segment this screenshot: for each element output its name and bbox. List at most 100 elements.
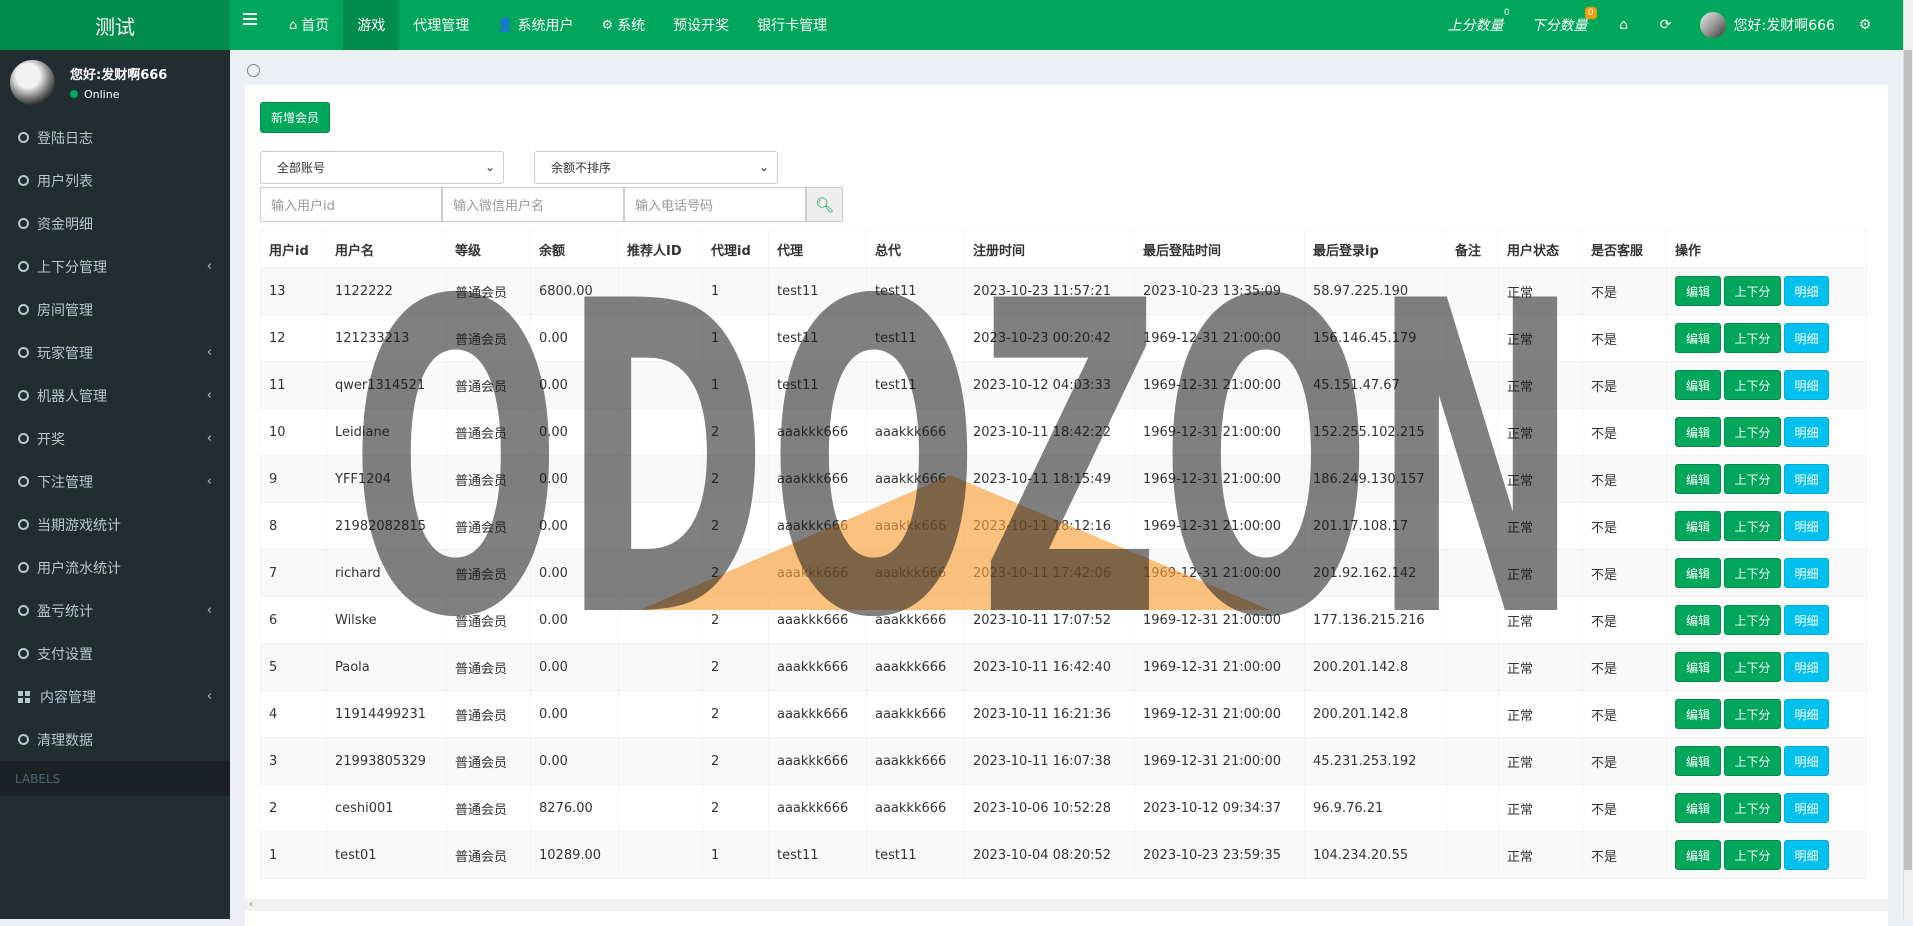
phone-input[interactable]: 输入电话号码: [624, 187, 806, 222]
table-cell: 0.00: [530, 737, 619, 785]
row-actions: 编辑 上下分 明细: [1675, 511, 1858, 541]
settings-icon[interactable]: ⚙: [1857, 17, 1873, 33]
actions-cell: 编辑 上下分 明细: [1666, 455, 1867, 503]
adjust-score-button[interactable]: 上下分: [1724, 558, 1781, 588]
refresh-icon[interactable]: ⟳: [1658, 17, 1674, 33]
sidebar-item-profit-stats[interactable]: 盈亏统计 ‹: [0, 589, 230, 632]
adjust-score-button[interactable]: 上下分: [1724, 652, 1781, 682]
detail-button[interactable]: 明细: [1784, 558, 1829, 588]
table-cell: 0.00: [530, 455, 619, 503]
user-menu[interactable]: 您好:发财啊666: [1699, 12, 1835, 38]
table-cell: 0.00: [530, 643, 619, 691]
table-cell: 2023-10-11 16:07:38: [964, 737, 1135, 785]
dashboard-icon[interactable]: [247, 64, 260, 77]
table-cell: 2023-10-04 08:20:52: [964, 831, 1135, 879]
sidebar-item-robot[interactable]: 机器人管理 ‹: [0, 374, 230, 417]
adjust-score-button[interactable]: 上下分: [1724, 793, 1781, 823]
sidebar-item-lottery[interactable]: 开奖 ‹: [0, 417, 230, 460]
circle-icon: [18, 605, 29, 616]
detail-button[interactable]: 明细: [1784, 699, 1829, 729]
scrollbar-thumb[interactable]: [1904, 50, 1912, 870]
horizontal-scrollbar[interactable]: ‹: [245, 899, 1888, 911]
vertical-scrollbar[interactable]: [1903, 0, 1913, 919]
nav-system[interactable]: ⚙ 系统: [587, 0, 659, 50]
menu-toggle-icon[interactable]: [243, 13, 257, 27]
edit-button[interactable]: 编辑: [1675, 605, 1721, 635]
detail-button[interactable]: 明细: [1784, 370, 1829, 400]
sidebar-item-content[interactable]: 内容管理 ‹: [0, 675, 230, 718]
adjust-score-button[interactable]: 上下分: [1724, 605, 1781, 635]
sidebar-item-funds[interactable]: 资金明细: [0, 202, 230, 245]
circle-icon: [18, 218, 29, 229]
detail-button[interactable]: 明细: [1784, 840, 1829, 870]
user-id-input[interactable]: 输入用户id: [260, 187, 442, 222]
sidebar-item-bet[interactable]: 下注管理 ‹: [0, 460, 230, 503]
sort-filter-select[interactable]: 余额不排序 ⌄: [534, 151, 778, 184]
edit-button[interactable]: 编辑: [1675, 746, 1721, 776]
nav-game[interactable]: 游戏: [343, 0, 400, 50]
edit-button[interactable]: 编辑: [1675, 370, 1721, 400]
edit-button[interactable]: 编辑: [1675, 323, 1721, 353]
detail-button[interactable]: 明细: [1784, 605, 1829, 635]
home-icon[interactable]: ⌂: [1616, 17, 1632, 33]
nav-bankcard[interactable]: 银行卡管理: [743, 0, 841, 50]
sidebar-item-user-list[interactable]: 用户列表: [0, 159, 230, 202]
wechat-name-input[interactable]: 输入微信用户名: [442, 187, 624, 222]
edit-button[interactable]: 编辑: [1675, 699, 1721, 729]
edit-button[interactable]: 编辑: [1675, 464, 1721, 494]
sidebar-item-player[interactable]: 玩家管理 ‹: [0, 331, 230, 374]
edit-button[interactable]: 编辑: [1675, 511, 1721, 541]
sidebar-item-login-log[interactable]: 登陆日志: [0, 116, 230, 159]
detail-button[interactable]: 明细: [1784, 323, 1829, 353]
nav-preset[interactable]: 预设开奖: [659, 0, 743, 50]
down-count-link[interactable]: 下分数量 0: [1532, 7, 1597, 35]
edit-button[interactable]: 编辑: [1675, 276, 1721, 306]
sidebar-item-clear-data[interactable]: 清理数据: [0, 718, 230, 761]
edit-button[interactable]: 编辑: [1675, 558, 1721, 588]
table-cell: 2: [260, 784, 327, 832]
brand-logo[interactable]: 测试: [0, 0, 230, 50]
edit-button[interactable]: 编辑: [1675, 652, 1721, 682]
detail-button[interactable]: 明细: [1784, 793, 1829, 823]
edit-button[interactable]: 编辑: [1675, 840, 1721, 870]
sidebar-item-game-stats[interactable]: 当期游戏统计: [0, 503, 230, 546]
detail-button[interactable]: 明细: [1784, 417, 1829, 447]
sidebar-item-score-manage[interactable]: 上下分管理 ‹: [0, 245, 230, 288]
column-header: 等级: [446, 230, 531, 268]
scroll-left-icon[interactable]: ‹: [249, 899, 253, 910]
sidebar-item-room[interactable]: 房间管理: [0, 288, 230, 331]
edit-button[interactable]: 编辑: [1675, 793, 1721, 823]
nav-agent[interactable]: 代理管理: [399, 0, 483, 50]
nav-sysuser[interactable]: 👤 系统用户: [483, 0, 587, 50]
edit-button[interactable]: 编辑: [1675, 417, 1721, 447]
adjust-score-button[interactable]: 上下分: [1724, 370, 1781, 400]
adjust-score-button[interactable]: 上下分: [1724, 276, 1781, 306]
sidebar-item-payment[interactable]: 支付设置: [0, 632, 230, 675]
adjust-score-button[interactable]: 上下分: [1724, 699, 1781, 729]
table-row: 6 Wilske 普通会员 0.00 2 aaakkk666 aaakkk666 2023-1…: [260, 596, 1867, 644]
table-cell: Paola: [326, 643, 447, 691]
adjust-score-button[interactable]: 上下分: [1724, 746, 1781, 776]
top-right-menu: 上分数量 0 下分数量 0 ⌂ ⟳ 您好:发财啊666 ⚙: [1448, 0, 1903, 50]
sidebar-item-flow-stats[interactable]: 用户流水统计: [0, 546, 230, 589]
detail-button[interactable]: 明细: [1784, 464, 1829, 494]
add-member-button[interactable]: 新增会员: [260, 102, 331, 133]
search-button[interactable]: 🔍︎: [806, 187, 843, 222]
detail-button[interactable]: 明细: [1784, 652, 1829, 682]
adjust-score-button[interactable]: 上下分: [1724, 323, 1781, 353]
table-cell: 1969-12-31 21:00:00: [1134, 361, 1305, 409]
detail-button[interactable]: 明细: [1784, 276, 1829, 306]
up-count-link[interactable]: 上分数量 0: [1448, 8, 1510, 35]
table-row: 9 YFF1204 普通会员 0.00 2 aaakkk666 aaakkk666 2023-…: [260, 455, 1867, 503]
adjust-score-button[interactable]: 上下分: [1724, 417, 1781, 447]
account-filter-select[interactable]: 全部账号 ⌄: [260, 151, 504, 184]
table-cell: [1446, 455, 1499, 503]
actions-cell: 编辑 上下分 明细: [1666, 361, 1867, 409]
table-cell: aaakkk666: [768, 408, 867, 456]
detail-button[interactable]: 明细: [1784, 511, 1829, 541]
nav-home[interactable]: ⌂ 首页: [275, 0, 343, 50]
adjust-score-button[interactable]: 上下分: [1724, 840, 1781, 870]
adjust-score-button[interactable]: 上下分: [1724, 464, 1781, 494]
adjust-score-button[interactable]: 上下分: [1724, 511, 1781, 541]
detail-button[interactable]: 明细: [1784, 746, 1829, 776]
